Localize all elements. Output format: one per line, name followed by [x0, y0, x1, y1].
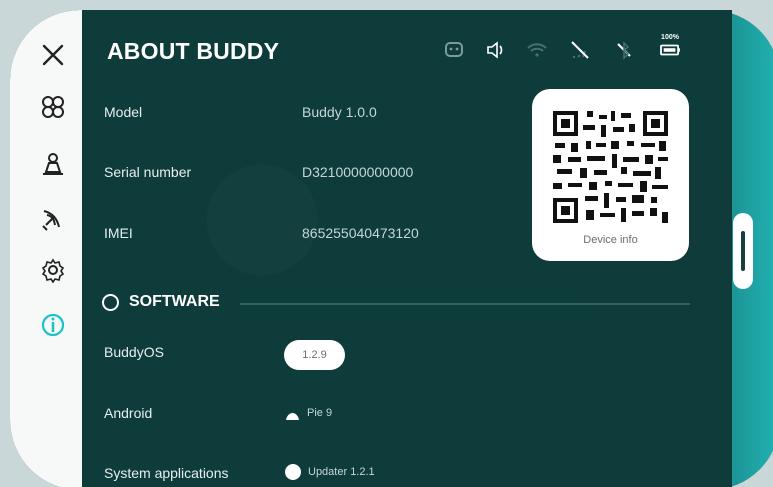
- serial-value: D3210000000000: [302, 164, 414, 180]
- qr-card[interactable]: Device info: [532, 89, 689, 261]
- android-value: Pie 9: [307, 407, 333, 419]
- battery-icon: [660, 44, 680, 56]
- wifi-icon: [527, 43, 547, 57]
- bluetooth-off-icon: [617, 41, 631, 60]
- model-value: Buddy 1.0.0: [302, 104, 377, 120]
- serial-label: Serial number: [104, 164, 192, 180]
- buddyos-version-pill[interactable]: 1.2.9: [284, 340, 345, 370]
- main-content: ABOUT BUDDY 100% Model Buddy 1.0.0 Seria…: [82, 10, 732, 487]
- settings-icon: [41, 258, 65, 283]
- software-section-title: SOFTWARE: [129, 293, 220, 310]
- status-wifi: [525, 40, 549, 60]
- robot-face-icon: [445, 42, 463, 57]
- android-label: Android: [104, 405, 153, 421]
- updater-icon: [285, 464, 301, 480]
- sidebar: [10, 10, 82, 487]
- system-apps-value: Updater 1.2.1: [308, 466, 375, 478]
- status-bluetooth: [612, 40, 636, 60]
- status-cellular: [568, 40, 592, 60]
- page-title: ABOUT BUDDY: [107, 38, 280, 64]
- section-divider: [240, 303, 690, 305]
- volume-icon: [487, 41, 503, 59]
- sidebar-item-robot[interactable]: [38, 150, 68, 180]
- battery-percentage: 100%: [661, 34, 679, 41]
- robot-icon: [43, 153, 63, 175]
- software-section-icon: [102, 294, 119, 311]
- android-icon: [285, 408, 300, 420]
- qr-code: [549, 107, 672, 227]
- imei-value: 865255040473120: [302, 225, 419, 241]
- side-handle[interactable]: [733, 213, 753, 289]
- close-button[interactable]: [38, 40, 68, 70]
- info-icon: [41, 313, 65, 337]
- sidebar-item-settings[interactable]: [38, 255, 68, 285]
- model-label: Model: [104, 104, 143, 120]
- apps-icon: [42, 96, 64, 118]
- sidebar-item-info[interactable]: [38, 310, 68, 340]
- imei-label: IMEI: [104, 225, 133, 241]
- cellular-off-icon: [571, 41, 589, 59]
- system-apps-label: System applications: [104, 465, 229, 481]
- qr-caption: Device info: [583, 234, 638, 246]
- status-volume: [484, 40, 508, 60]
- status-robot: [442, 40, 466, 60]
- status-battery: 100%: [652, 34, 688, 59]
- satellite-icon: [42, 210, 60, 231]
- close-icon: [42, 44, 64, 66]
- buddyos-label: BuddyOS: [104, 344, 164, 360]
- sidebar-item-apps[interactable]: [38, 92, 68, 122]
- sidebar-item-connectivity[interactable]: [38, 205, 68, 235]
